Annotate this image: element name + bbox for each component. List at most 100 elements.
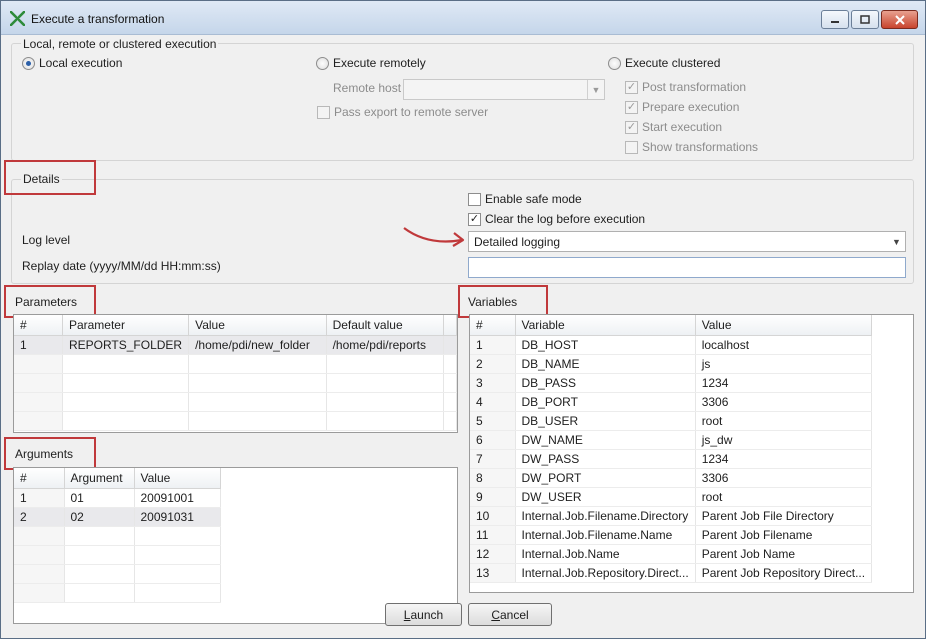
empty-cell[interactable] — [14, 411, 63, 431]
table-cell[interactable]: Parent Job Filename — [695, 525, 873, 545]
column-header[interactable]: Argument — [64, 468, 135, 489]
table-row[interactable]: 1 DB_HOST localhost — [470, 335, 873, 355]
empty-cell[interactable] — [14, 583, 65, 603]
table-cell[interactable]: DW_USER — [515, 487, 696, 507]
table-cell[interactable]: /home/pdi/reports — [326, 335, 444, 355]
row-number-cell[interactable]: 11 — [470, 525, 516, 545]
table-cell[interactable]: js — [695, 354, 873, 374]
empty-cell[interactable] — [188, 411, 327, 431]
empty-cell[interactable] — [62, 373, 190, 393]
empty-cell[interactable] — [188, 373, 327, 393]
safe-mode-checkbox[interactable]: Enable safe mode — [468, 192, 582, 206]
table-row[interactable]: 10 Internal.Job.Filename.Directory Parent … — [470, 506, 873, 526]
empty-cell[interactable] — [326, 392, 444, 412]
table-row[interactable] — [14, 411, 457, 431]
table-row[interactable] — [14, 526, 221, 546]
empty-cell[interactable] — [64, 583, 135, 603]
prepare-execution-checkbox[interactable]: ✓ Prepare execution — [625, 100, 739, 114]
row-number-cell[interactable]: 2 — [470, 354, 516, 374]
execute-clustered-radio[interactable]: Execute clustered — [608, 56, 720, 70]
column-header[interactable]: Value — [188, 315, 327, 336]
table-cell[interactable]: 20091031 — [134, 507, 221, 527]
table-cell[interactable]: 3306 — [695, 392, 873, 412]
table-cell[interactable]: 1234 — [695, 449, 873, 469]
table-cell[interactable]: Internal.Job.Repository.Direct... — [515, 563, 696, 583]
table-row[interactable] — [14, 392, 457, 412]
table-cell[interactable]: 1234 — [695, 373, 873, 393]
empty-cell[interactable] — [14, 526, 65, 546]
row-number-cell[interactable]: 8 — [470, 468, 516, 488]
table-row[interactable]: 3 DB_PASS 1234 — [470, 373, 873, 393]
table-cell[interactable]: DB_PASS — [515, 373, 696, 393]
row-number-cell[interactable]: 7 — [470, 449, 516, 469]
empty-cell[interactable] — [14, 564, 65, 584]
pass-export-checkbox[interactable]: Pass export to remote server — [317, 105, 488, 119]
replay-date-field[interactable] — [468, 257, 906, 278]
empty-cell[interactable] — [326, 411, 444, 431]
table-cell[interactable]: DW_NAME — [515, 430, 696, 450]
table-row[interactable] — [14, 545, 221, 565]
launch-button[interactable]: Launch — [385, 603, 462, 626]
empty-cell[interactable] — [134, 583, 221, 603]
table-row[interactable] — [14, 373, 457, 393]
column-header[interactable]: # — [470, 315, 516, 336]
arguments-table[interactable]: # Argument Value 1 01 20091001 2 02 20091031 — [13, 467, 458, 624]
table-cell[interactable]: 3306 — [695, 468, 873, 488]
column-header[interactable]: Default value — [326, 315, 444, 336]
table-cell[interactable]: 02 — [64, 507, 135, 527]
empty-cell[interactable] — [64, 526, 135, 546]
execute-remotely-radio[interactable]: Execute remotely — [316, 56, 426, 70]
empty-cell[interactable] — [14, 373, 63, 393]
empty-cell[interactable] — [134, 526, 221, 546]
table-row[interactable]: 5 DB_USER root — [470, 411, 873, 431]
empty-cell[interactable] — [64, 564, 135, 584]
variables-table[interactable]: # Variable Value 1 DB_HOST localhost 2 DB_NA… — [469, 314, 914, 593]
show-transformations-checkbox[interactable]: Show transformations — [625, 140, 758, 154]
column-header[interactable]: # — [14, 468, 65, 489]
table-cell[interactable]: DB_PORT — [515, 392, 696, 412]
table-cell[interactable]: Internal.Job.Name — [515, 544, 696, 564]
row-number-cell[interactable]: 6 — [470, 430, 516, 450]
table-row[interactable] — [14, 354, 457, 374]
table-row[interactable]: 1 01 20091001 — [14, 488, 221, 508]
row-number-cell[interactable]: 5 — [470, 411, 516, 431]
empty-cell[interactable] — [326, 354, 444, 374]
column-header[interactable]: # — [14, 315, 63, 336]
table-cell[interactable]: DB_USER — [515, 411, 696, 431]
table-row[interactable] — [14, 564, 221, 584]
table-cell[interactable]: root — [695, 411, 873, 431]
table-cell[interactable]: REPORTS_FOLDER — [62, 335, 190, 355]
column-header[interactable]: Value — [134, 468, 221, 489]
table-cell[interactable]: root — [695, 487, 873, 507]
row-number-cell[interactable]: 12 — [470, 544, 516, 564]
table-row[interactable]: 12 Internal.Job.Name Parent Job Name — [470, 544, 873, 564]
table-row[interactable]: 11 Internal.Job.Filename.Name Parent Job F… — [470, 525, 873, 545]
empty-cell[interactable] — [443, 354, 457, 374]
table-row[interactable]: 2 02 20091031 — [14, 507, 221, 527]
table-cell[interactable]: Internal.Job.Filename.Name — [515, 525, 696, 545]
close-button[interactable] — [881, 10, 918, 29]
table-row[interactable]: 1 REPORTS_FOLDER/home/pdi/new_folder/home… — [14, 335, 457, 355]
row-number-cell[interactable]: 13 — [470, 563, 516, 583]
empty-cell[interactable] — [443, 373, 457, 393]
post-transformation-checkbox[interactable]: ✓ Post transformation — [625, 80, 746, 94]
table-row[interactable]: 8 DW_PORT 3306 — [470, 468, 873, 488]
row-number-cell[interactable]: 9 — [470, 487, 516, 507]
empty-cell[interactable] — [64, 545, 135, 565]
table-cell[interactable]: 01 — [64, 488, 135, 508]
table-row[interactable]: 7 DW_PASS 1234 — [470, 449, 873, 469]
empty-cell[interactable] — [14, 354, 63, 374]
table-cell[interactable]: DW_PORT — [515, 468, 696, 488]
table-row[interactable] — [14, 583, 221, 603]
table-cell[interactable]: DB_NAME — [515, 354, 696, 374]
remote-host-select[interactable]: ▼ — [403, 79, 605, 100]
row-number-cell[interactable]: 3 — [470, 373, 516, 393]
table-cell[interactable]: js_dw — [695, 430, 873, 450]
minimize-button[interactable] — [821, 10, 849, 29]
table-row[interactable]: 13 Internal.Job.Repository.Direct... Paren… — [470, 563, 873, 583]
column-header[interactable]: Variable — [515, 315, 696, 336]
empty-cell[interactable] — [326, 373, 444, 393]
empty-cell[interactable] — [14, 545, 65, 565]
empty-cell[interactable] — [62, 392, 190, 412]
empty-cell[interactable] — [134, 564, 221, 584]
